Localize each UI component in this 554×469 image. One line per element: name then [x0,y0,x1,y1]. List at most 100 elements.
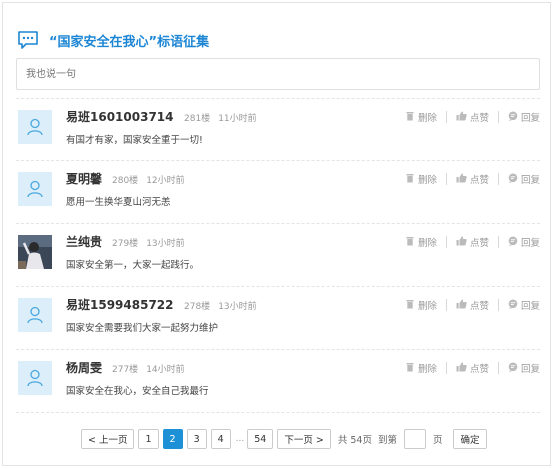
thumbs-up-icon [456,173,470,186]
delete-label: 删除 [417,364,437,375]
trash-icon [405,362,418,375]
comment-meta: 278楼 13小时前 [184,299,257,312]
avatar[interactable] [18,110,52,144]
thumbs-up-icon [456,299,470,312]
comment-content: 有国才有家，国家安全重于一切! [66,135,203,146]
reply-label: 回复 [520,238,540,249]
comment-item: 易班1601003714 281楼 11小时前有国才有家，国家安全重于一切! 删除 点赞… [16,98,540,161]
thumbs-up-icon [456,236,470,249]
reply-icon [508,173,521,186]
thumbs-up-icon [456,362,470,375]
comment-item: 易班1599485722 278楼 13小时前国家安全需要我们大家一起努力维护 删除 点… [16,287,540,350]
like-label: 点赞 [469,238,489,249]
user-silhouette-icon [27,369,43,387]
comment-panel: “国家安全在我心”标语征集 易班1601003714 281楼 11小时前有国才有家… [2,2,551,466]
avatar[interactable] [18,298,52,332]
page-button-last[interactable]: 54 [247,429,274,449]
delete-label: 删除 [417,238,437,249]
comment-list: 易班1601003714 281楼 11小时前 有国才有家，国家安全重于一切! 删除 点赞… [16,98,540,413]
trash-icon [405,111,418,124]
delete-button[interactable]: 删除 [405,361,437,375]
confirm-button[interactable]: 确定 [453,429,487,449]
floor-number: 278楼 [184,302,211,312]
comment-time: 13小时前 [146,239,185,249]
user-silhouette-icon [27,180,43,198]
comment-meta: 281楼 11小时前 [184,111,257,124]
comment-actions: 删除 点赞 回复 [405,110,540,124]
trash-icon [405,236,418,249]
comment-actions: 删除 点赞 回复 [405,172,540,186]
comment-input[interactable] [16,58,540,90]
comment-author[interactable]: 易班1601003714 [66,108,174,125]
reply-label: 回复 [520,301,540,312]
floor-number: 281楼 [184,114,211,124]
reply-icon [508,299,521,312]
comment-actions: 删除 点赞 回复 [405,361,540,375]
reply-button[interactable]: 回复 [508,110,540,124]
comment-content: 国家安全第一，大家一起践行。 [66,260,200,271]
page-button-2[interactable]: 2 [162,429,183,449]
reply-button[interactable]: 回复 [508,235,540,249]
like-label: 点赞 [469,175,489,186]
user-silhouette-icon [27,118,43,136]
comment-author[interactable]: 兰纯贵 [66,233,102,250]
next-page-button[interactable]: 下一页 > [277,429,331,449]
floor-number: 277楼 [112,365,139,375]
floor-number: 279楼 [112,239,139,249]
page-button-4[interactable]: 4 [210,429,231,449]
divider [497,173,499,185]
divider [497,236,499,248]
page-button-1[interactable]: 1 [138,429,159,449]
delete-button[interactable]: 删除 [405,110,437,124]
reply-icon [508,362,521,375]
like-button[interactable]: 点赞 [456,110,489,124]
comment-meta: 280楼 12小时前 [112,173,185,186]
like-label: 点赞 [469,364,489,375]
comment-item: 夏明馨 280楼 12小时前 愿用一生换华夏山河无恙 删除 点赞 回复 [16,161,540,224]
comment-meta: 277楼 14小时前 [112,362,185,375]
total-pages: 共 54页 [337,435,372,446]
like-button[interactable]: 点赞 [456,235,489,249]
avatar[interactable] [18,172,52,206]
comment-author[interactable]: 夏明馨 [66,170,102,187]
prev-page-button[interactable]: < 上一页 [81,429,135,449]
delete-button[interactable]: 删除 [405,172,437,186]
comment-time: 14小时前 [146,365,185,375]
delete-button[interactable]: 删除 [405,235,437,249]
divider [445,173,447,185]
reply-label: 回复 [520,175,540,186]
like-button[interactable]: 点赞 [456,298,489,312]
goto-page-input[interactable] [403,429,426,449]
delete-button[interactable]: 删除 [405,298,437,312]
divider [445,362,447,374]
reply-button[interactable]: 回复 [508,172,540,186]
like-label: 点赞 [469,113,489,124]
comment-author[interactable]: 杨周雯 [66,359,102,376]
reply-icon [508,236,521,249]
divider [497,362,499,374]
comment-time: 11小时前 [218,114,257,124]
reply-button[interactable]: 回复 [508,298,540,312]
comment-content: 国家安全需要我们大家一起努力维护 [66,323,219,334]
divider [445,111,447,123]
user-photo [18,235,52,269]
delete-label: 删除 [417,175,437,186]
page-title: “国家安全在我心”标语征集 [49,34,210,50]
reply-label: 回复 [520,364,540,375]
divider [497,299,499,311]
like-button[interactable]: 点赞 [456,172,489,186]
like-button[interactable]: 点赞 [456,361,489,375]
pagination: < 上一页 1 2 3 4... 54 下一页 > 共 54页 到第 页确定 [81,428,491,450]
comment-icon [18,31,38,49]
comment-actions: 删除 点赞 回复 [405,235,540,249]
comment-author[interactable]: 易班1599485722 [66,296,174,313]
avatar[interactable] [18,361,52,395]
avatar[interactable] [18,235,52,269]
comment-actions: 删除 点赞 回复 [405,298,540,312]
reply-label: 回复 [520,113,540,124]
comment-content: 国家安全在我心，安全自己我最行 [66,386,209,397]
trash-icon [405,299,418,312]
comment-time: 13小时前 [218,302,257,312]
page-button-3[interactable]: 3 [186,429,207,449]
reply-button[interactable]: 回复 [508,361,540,375]
